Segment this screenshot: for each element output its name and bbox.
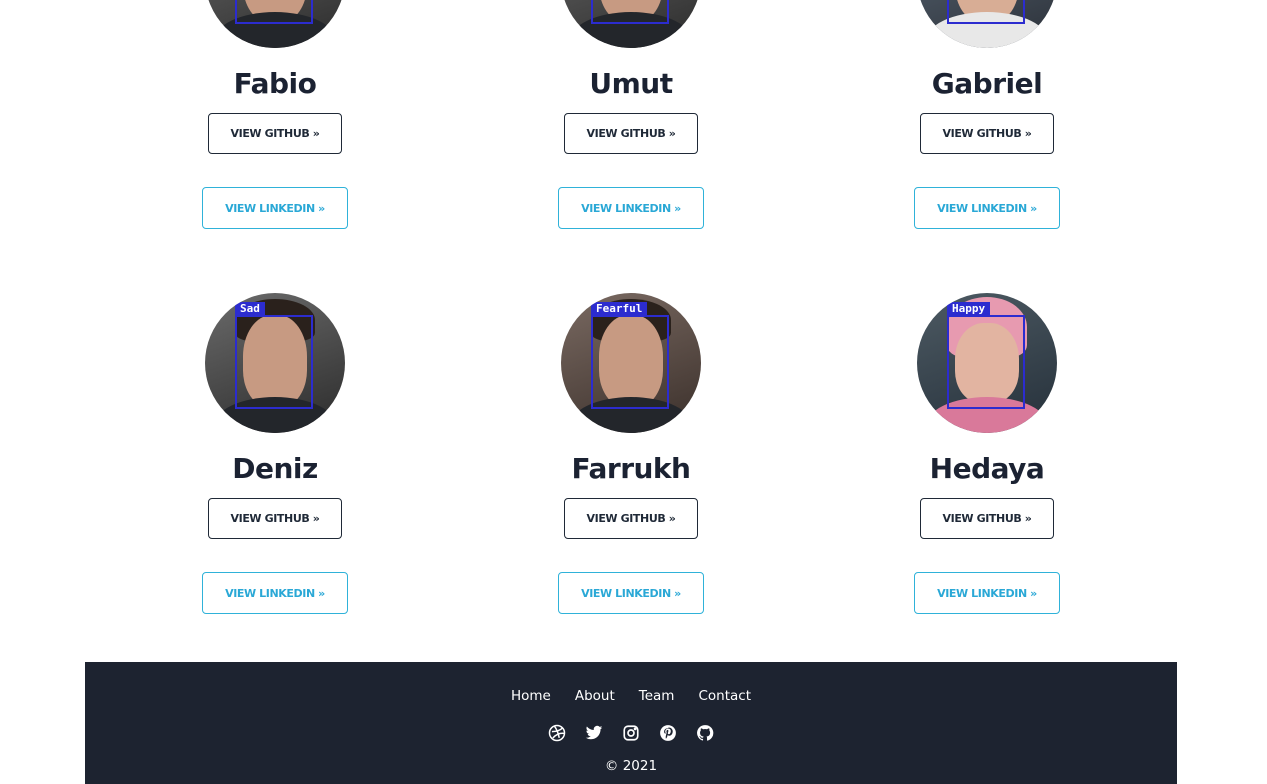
dribbble-icon[interactable]: [548, 724, 566, 742]
social-links: [85, 724, 1177, 742]
twitter-icon[interactable]: [585, 724, 603, 742]
member-name: Umut: [589, 67, 673, 100]
instagram-icon[interactable]: [622, 724, 640, 742]
footer-link-about[interactable]: About: [575, 688, 615, 704]
view-github-button[interactable]: VIEW GITHUB »: [920, 498, 1054, 539]
pinterest-icon[interactable]: [659, 724, 677, 742]
view-github-button[interactable]: VIEW GITHUB »: [208, 498, 342, 539]
avatar: [205, 0, 345, 48]
footer-link-contact[interactable]: Contact: [698, 688, 751, 704]
view-github-button[interactable]: VIEW GITHUB »: [564, 113, 698, 154]
avatar: Fearful: [561, 293, 701, 433]
emotion-label: Happy: [947, 302, 991, 316]
footer-link-home[interactable]: Home: [511, 688, 551, 704]
avatar: Sad: [205, 293, 345, 433]
avatar: Happy: [917, 293, 1057, 433]
member-name: Fabio: [233, 67, 317, 100]
avatar: [561, 0, 701, 48]
view-linkedin-button[interactable]: VIEW LINKEDIN »: [914, 187, 1060, 229]
face-detection-box: [947, 315, 1025, 409]
avatar: [917, 0, 1057, 48]
emotion-label: Fearful: [591, 302, 648, 316]
face-detection-box: [591, 0, 669, 24]
copyright-text: © 2021: [604, 758, 658, 774]
view-github-button[interactable]: VIEW GITHUB »: [920, 113, 1054, 154]
face-detection-box: [591, 315, 669, 409]
view-github-button[interactable]: VIEW GITHUB »: [208, 113, 342, 154]
view-linkedin-button[interactable]: VIEW LINKEDIN »: [558, 187, 704, 229]
member-name: Gabriel: [931, 67, 1043, 100]
view-linkedin-button[interactable]: VIEW LINKEDIN »: [202, 187, 348, 229]
face-detection-box: [235, 0, 313, 24]
face-detection-box: [947, 0, 1025, 24]
view-linkedin-button[interactable]: VIEW LINKEDIN »: [914, 572, 1060, 614]
member-name: Farrukh: [571, 452, 692, 485]
site-footer: Home About Team Contact © 2021: [85, 662, 1177, 784]
face-detection-box: [235, 315, 313, 409]
member-name: Hedaya: [929, 452, 1045, 485]
footer-nav: Home About Team Contact: [85, 688, 1177, 704]
view-github-button[interactable]: VIEW GITHUB »: [564, 498, 698, 539]
emotion-label: Sad: [235, 302, 265, 316]
footer-link-team[interactable]: Team: [639, 688, 675, 704]
view-linkedin-button[interactable]: VIEW LINKEDIN »: [202, 572, 348, 614]
member-name: Deniz: [232, 452, 318, 485]
github-icon[interactable]: [696, 724, 714, 742]
view-linkedin-button[interactable]: VIEW LINKEDIN »: [558, 572, 704, 614]
